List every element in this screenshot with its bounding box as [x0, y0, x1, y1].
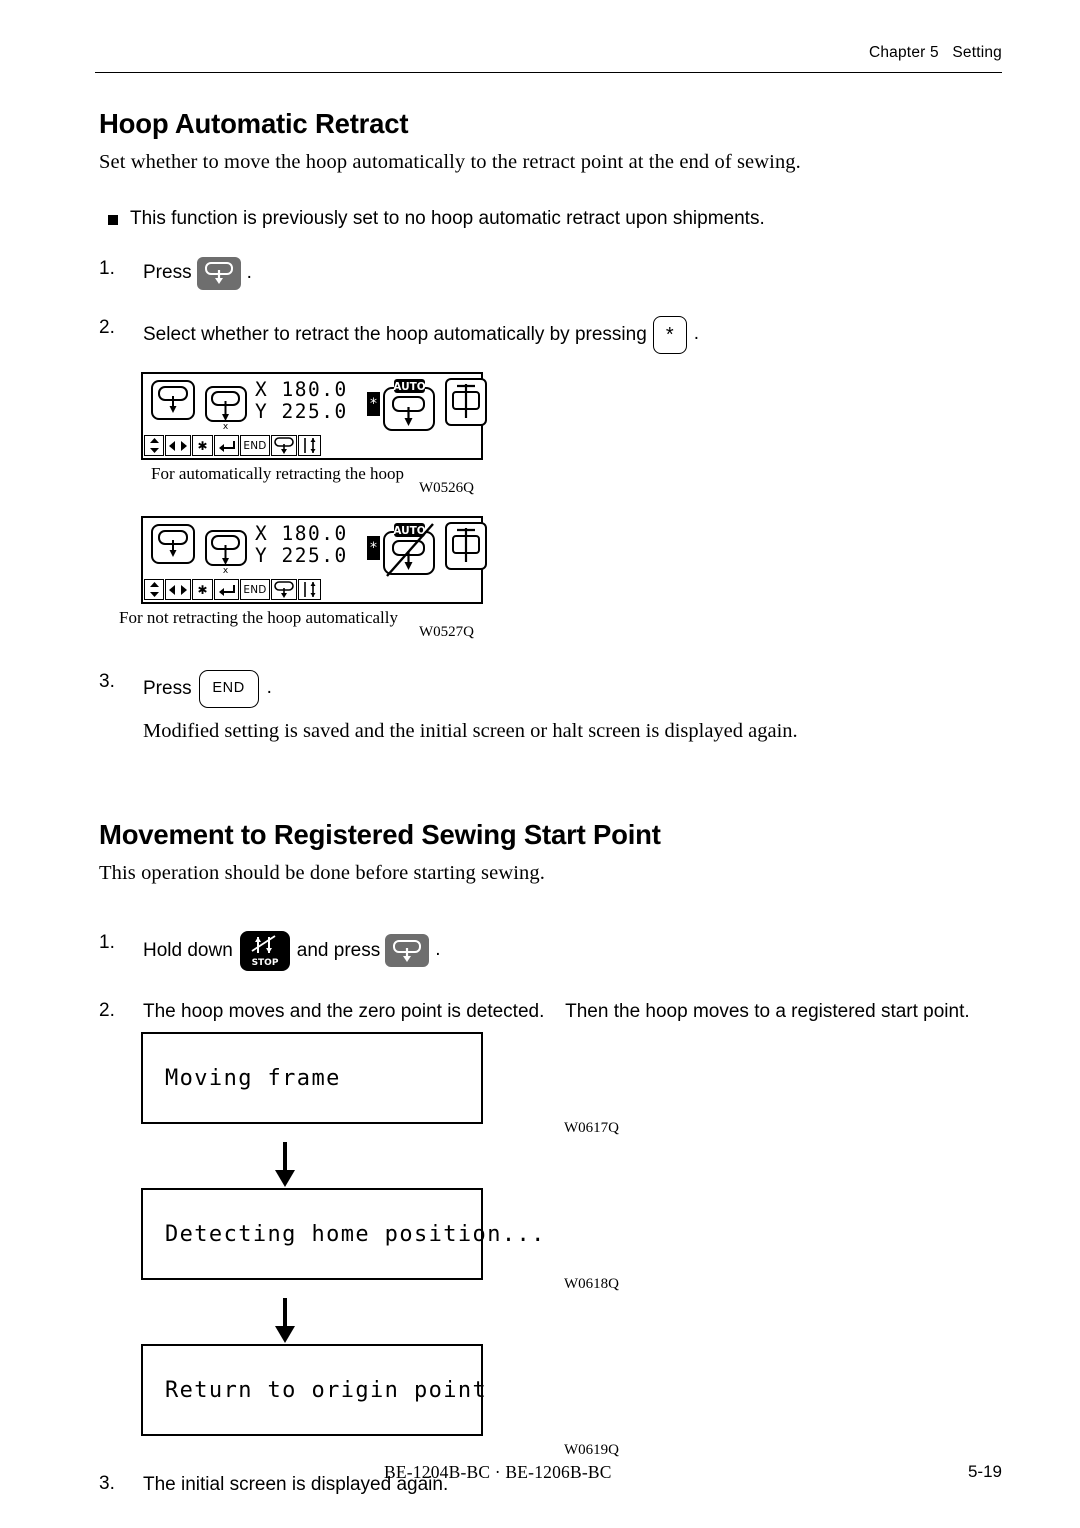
selection-star-marker: *: [367, 391, 380, 416]
document-page: Chapter 5 Setting Hoop Automatic Retract…: [0, 0, 1080, 1528]
svg-text:STOP: STOP: [251, 958, 278, 968]
needle-position-icon: [445, 377, 487, 426]
section2-step-2: 2. The hoop moves and the zero point is …: [99, 997, 1009, 1025]
asterisk-key-button[interactable]: *: [652, 315, 687, 354]
xy-readout: X 180.0 Y 225.0: [255, 377, 348, 423]
lcd-message-text: Return to origin point: [165, 1377, 488, 1403]
lcd1-figure-code: W0526Q: [419, 479, 474, 496]
lcd2-caption: For not retracting the hoop automaticall…: [119, 607, 399, 627]
svg-text:AUTO: AUTO: [393, 525, 425, 537]
lcd2-figure-code: W0527Q: [419, 623, 474, 640]
end-key-button[interactable]: END: [198, 669, 259, 708]
svg-text:x: x: [223, 566, 229, 576]
page-content: Hoop Automatic Retract Set whether to mo…: [99, 108, 1009, 1498]
lcd-message-text: Detecting home position...: [165, 1221, 546, 1247]
needle-position-icon: [445, 521, 487, 570]
updown-arrows-icon[interactable]: [144, 579, 164, 601]
flow-arrow-icon: [274, 1142, 296, 1188]
needle-stop-icon: STOP: [251, 934, 279, 968]
message-flow: Moving frame W0617Q Detecting home posit…: [99, 1032, 1009, 1462]
message-figure-code: W0618Q: [564, 1276, 619, 1293]
auto-hoop-retract-icon: AUTO: [383, 378, 435, 431]
auto-hoop-retract-disabled-icon: AUTO: [383, 522, 435, 577]
step-number: 3.: [99, 670, 115, 692]
lcd-function-bar: ✱ END: [143, 434, 481, 458]
lcd1-caption-block: For automatically retracting the hoop W0…: [99, 464, 1009, 502]
asterisk-icon[interactable]: ✱: [192, 579, 213, 601]
hoop-icon[interactable]: [271, 579, 297, 601]
section2-intro: This operation should be done before sta…: [99, 861, 545, 884]
section1-step-2: 2. Select whether to retract the hoop au…: [99, 314, 1009, 354]
svg-text:x: x: [223, 422, 229, 432]
hoop-key-button[interactable]: [196, 256, 241, 290]
lcd-message-return-origin: Return to origin point: [141, 1344, 486, 1437]
step-text: Press: [143, 262, 192, 284]
hoop-x-axis-icon: x: [205, 529, 247, 576]
step-period: .: [266, 677, 272, 699]
lcd-message-moving-frame: Moving frame: [141, 1032, 483, 1125]
step-number: 1.: [99, 257, 115, 279]
square-bullet-icon: [108, 215, 118, 225]
x-row: X 180.0 Y 225.0: [255, 521, 348, 567]
selection-star-marker: *: [367, 535, 380, 560]
end-icon[interactable]: END: [240, 435, 270, 457]
section2-step-1: 1. Hold down STOP and press .: [99, 929, 1009, 971]
lcd-function-bar: ✱ END: [143, 578, 481, 602]
page-footer: BE-1204B-BC · BE-1206B-BC 5-19: [99, 1462, 1002, 1483]
step-text: Select whether to retract the hoop autom…: [143, 323, 647, 345]
step-period: .: [435, 939, 441, 961]
header-rule: [95, 72, 1002, 73]
asterisk-icon[interactable]: ✱: [192, 435, 213, 457]
svg-text:AUTO: AUTO: [393, 381, 425, 393]
hoop-icon: [393, 939, 422, 962]
header-chapter-label: Chapter 5 Setting: [868, 44, 1002, 61]
lcd1-caption: For automatically retracting the hoop: [151, 463, 405, 483]
section1-step-1: 1. Press .: [99, 255, 1009, 290]
lcd2-caption-block: For not retracting the hoop automaticall…: [99, 608, 1009, 646]
section1-step-3-description: Modified setting is saved and the initia…: [143, 719, 798, 742]
section1-title: Hoop Automatic Retract: [99, 108, 409, 139]
step-text: Press: [143, 677, 192, 699]
footer-page-number: 5-19: [967, 1462, 1002, 1481]
step-period: .: [693, 323, 700, 345]
hoop-icon[interactable]: [271, 435, 297, 457]
leftright-arrows-icon[interactable]: [165, 435, 191, 457]
step-number: 1.: [99, 931, 115, 953]
step-text: The hoop moves and the zero point is det…: [143, 1000, 970, 1022]
section1-intro: Set whether to move the hoop automatical…: [99, 151, 801, 173]
hoop-icon: [204, 262, 233, 285]
end-icon[interactable]: END: [240, 579, 270, 601]
enter-icon[interactable]: [214, 435, 239, 457]
lcd-message-detecting-home: Detecting home position...: [141, 1188, 544, 1281]
flow-arrow-icon: [274, 1298, 296, 1344]
footer-model-numbers: BE-1204B-BC · BE-1206B-BC: [384, 1462, 612, 1482]
step-period: .: [246, 261, 252, 283]
section1-note: This function is previously set to no ho…: [108, 207, 1009, 231]
section1-note-text: This function is previously set to no ho…: [130, 208, 765, 229]
section2-title: Movement to Registered Sewing Start Poin…: [99, 818, 661, 850]
xy-readout: X 180.0 Y 225.0: [255, 521, 348, 567]
lcd-screen-auto-retract-off: x X 180.0 Y 225.0 * AUTO ✱ END: [141, 515, 487, 604]
updown-arrows-icon[interactable]: [144, 435, 164, 457]
step-text: Hold down: [143, 939, 233, 961]
message-figure-code: W0617Q: [564, 1120, 619, 1137]
page-header: Chapter 5 Setting: [95, 44, 1002, 78]
step-number: 2.: [99, 999, 115, 1021]
message-figure-code: W0619Q: [564, 1442, 619, 1459]
needle-updown-icon[interactable]: [298, 579, 321, 601]
section1-step-3: 3. Press END .: [99, 668, 1009, 708]
hoop-down-icon: [151, 379, 195, 420]
lcd-screen-auto-retract-on: x X 180.0 Y 225.0 * AUTO ✱ END: [141, 371, 487, 460]
lcd-message-text: Moving frame: [165, 1065, 341, 1091]
hoop-down-icon: [151, 523, 195, 564]
leftright-arrows-icon[interactable]: [165, 579, 191, 601]
needle-updown-icon[interactable]: [298, 435, 321, 457]
enter-icon[interactable]: [214, 579, 239, 601]
step-number: 2.: [99, 316, 115, 338]
stop-key-button[interactable]: STOP: [239, 930, 290, 971]
hoop-key-button[interactable]: [385, 934, 430, 968]
x-row: X 180.0 Y 225.0: [255, 377, 348, 423]
hoop-x-axis-icon: x: [205, 385, 247, 432]
step-text-middle: and press: [296, 939, 381, 961]
